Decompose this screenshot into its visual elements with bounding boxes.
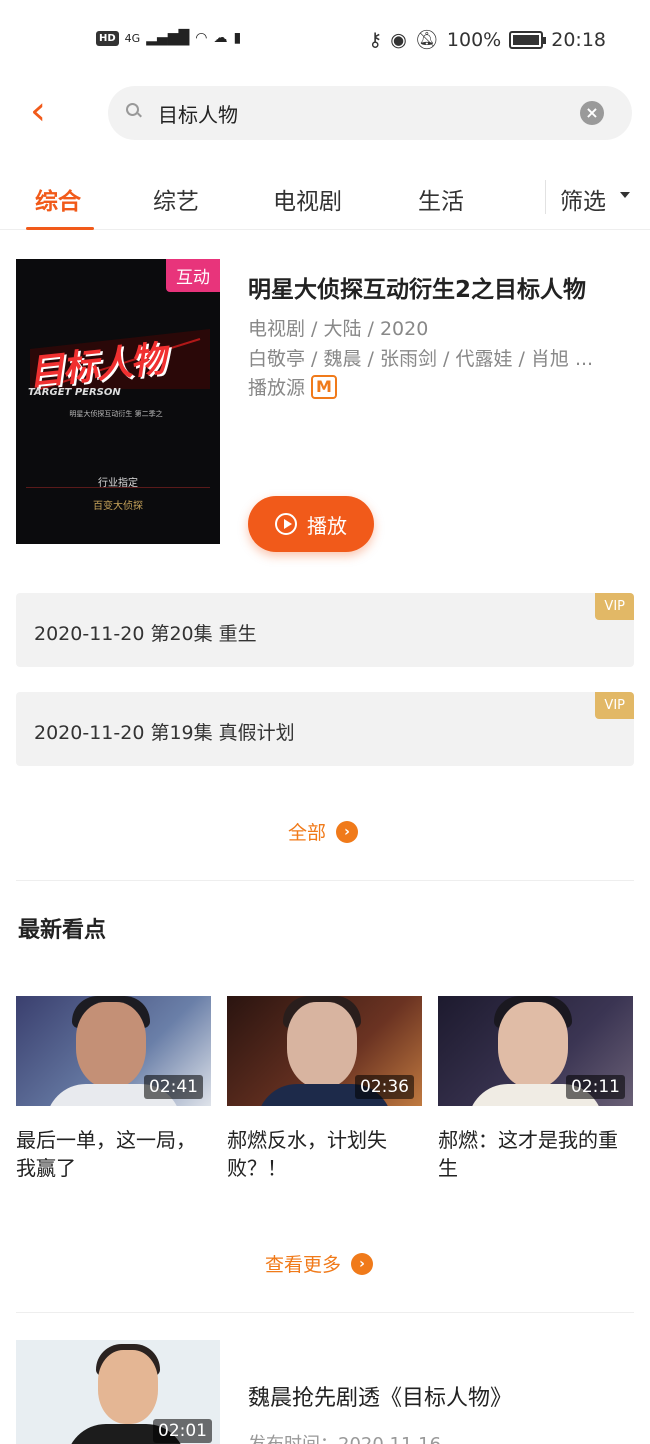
clip-title: 最后一单，这一局，我赢了 xyxy=(16,1128,196,1180)
vip-badge: VIP xyxy=(595,593,634,620)
result-meta: 电视剧 / 大陆 / 2020 xyxy=(248,318,429,340)
back-arrow-icon[interactable]: ‹ xyxy=(30,91,70,132)
category-tabs: 综合 综艺 电视剧 生活 筛选 xyxy=(0,168,650,230)
result-source: 播放源 M xyxy=(248,373,338,400)
clip-thumbnail: 02:41 xyxy=(16,996,211,1106)
view-more-label: 查看更多 xyxy=(265,1254,342,1276)
poster-subtitle: TARGET PERSON xyxy=(28,387,121,398)
hd-icon: HD xyxy=(96,30,119,46)
filter-button[interactable]: 筛选 xyxy=(560,182,606,216)
video-date: 发布时间：2020.11.16 xyxy=(248,1430,441,1444)
episode-title: 2020-11-20 第19集 真假计划 xyxy=(34,722,295,744)
status-right: ⚷ ◉ 🔕︎ 100% 20:18 xyxy=(368,28,606,52)
clip-title: 郝燃反水，计划失败？！ xyxy=(227,1128,387,1180)
video-thumbnail[interactable]: 02:01 xyxy=(16,1340,220,1444)
cloud-icon: ☁ xyxy=(213,30,228,46)
search-query: 目标人物 xyxy=(158,103,238,127)
battery-icon xyxy=(509,30,547,49)
episode-item[interactable]: 2020-11-20 第20集 重生 VIP xyxy=(16,593,634,667)
caret-down-icon[interactable] xyxy=(620,192,630,198)
interactive-badge: 互动 xyxy=(166,259,220,292)
mute-bell-icon: 🔕︎ xyxy=(414,29,439,51)
active-tab-indicator xyxy=(26,227,94,230)
vip-badge: VIP xyxy=(595,692,634,719)
status-left: HD 4G ▂▄▆█ ◠ ☁ ▮ xyxy=(96,30,241,46)
poster-sponsor-name: 百变大侦探 xyxy=(93,501,143,512)
clip-duration: 02:41 xyxy=(144,1075,203,1099)
clip-duration: 02:36 xyxy=(355,1075,414,1099)
tab-life[interactable]: 生活 xyxy=(418,182,464,216)
result-title[interactable]: 明星大侦探互动衍生2之目标人物 xyxy=(248,270,586,304)
video-duration: 02:01 xyxy=(153,1419,212,1443)
episode-item[interactable]: 2020-11-20 第19集 真假计划 VIP xyxy=(16,692,634,766)
clip-card[interactable]: 02:41 最后一单，这一局，我赢了 xyxy=(16,996,211,1182)
tab-variety[interactable]: 综艺 xyxy=(153,182,199,216)
clip-card[interactable]: 02:11 郝燃：这才是我的重生 xyxy=(438,996,633,1182)
section-title: 最新看点 xyxy=(18,918,107,943)
network-label: 4G xyxy=(124,31,141,45)
mango-tv-icon[interactable]: M xyxy=(311,374,338,399)
tab-tv-series[interactable]: 电视剧 xyxy=(273,182,342,216)
clip-thumbnail: 02:11 xyxy=(438,996,633,1106)
poster-tagline: 明星大侦探互动衍生 第二季之 xyxy=(69,410,163,418)
video-title[interactable]: 魏晨抢先剧透《目标人物》 xyxy=(248,1380,512,1412)
poster-divider xyxy=(26,487,210,488)
section-divider xyxy=(16,1312,634,1313)
clip-title: 郝燃：这才是我的重生 xyxy=(438,1128,618,1180)
clock: 20:18 xyxy=(551,28,606,51)
result-cast: 白敬亭 / 魏晨 / 张雨剑 / 代露娃 / 肖旭 ... xyxy=(248,348,594,370)
notification-icon: ▮ xyxy=(233,30,242,46)
tab-comprehensive[interactable]: 综合 xyxy=(35,182,81,216)
status-bar: HD 4G ▂▄▆█ ◠ ☁ ▮ ⚷ ◉ 🔕︎ 100% 20:18 xyxy=(0,0,650,80)
all-label: 全部 xyxy=(288,822,327,844)
clip-duration: 02:11 xyxy=(566,1075,625,1099)
eye-icon: ◉ xyxy=(390,28,407,51)
search-icon xyxy=(126,103,139,116)
play-label: 播放 xyxy=(307,513,347,538)
clip-card[interactable]: 02:36 郝燃反水，计划失败？！ xyxy=(227,996,422,1182)
clear-icon[interactable]: × xyxy=(580,101,604,125)
source-label: 播放源 xyxy=(248,377,306,399)
chevron-right-icon: › xyxy=(336,820,359,843)
all-episodes-link[interactable]: 全部 › xyxy=(288,818,359,845)
signal-icon: ▂▄▆█ xyxy=(146,30,190,46)
filter-divider xyxy=(545,180,546,214)
chevron-right-icon: › xyxy=(351,1252,374,1275)
battery-percent: 100% xyxy=(446,28,502,51)
clip-thumbnail: 02:36 xyxy=(227,996,422,1106)
search-input[interactable]: 目标人物 × xyxy=(108,86,632,140)
episode-title: 2020-11-20 第20集 重生 xyxy=(34,623,257,645)
play-icon xyxy=(275,513,297,535)
section-divider xyxy=(16,880,634,881)
show-poster[interactable]: 目标人物 TARGET PERSON 明星大侦探互动衍生 第二季之 行业指定 百… xyxy=(16,259,220,544)
view-more-link[interactable]: 查看更多 › xyxy=(265,1250,374,1277)
wifi-icon: ◠ xyxy=(195,30,208,46)
play-button[interactable]: 播放 xyxy=(248,496,374,552)
key-icon: ⚷ xyxy=(368,28,383,51)
